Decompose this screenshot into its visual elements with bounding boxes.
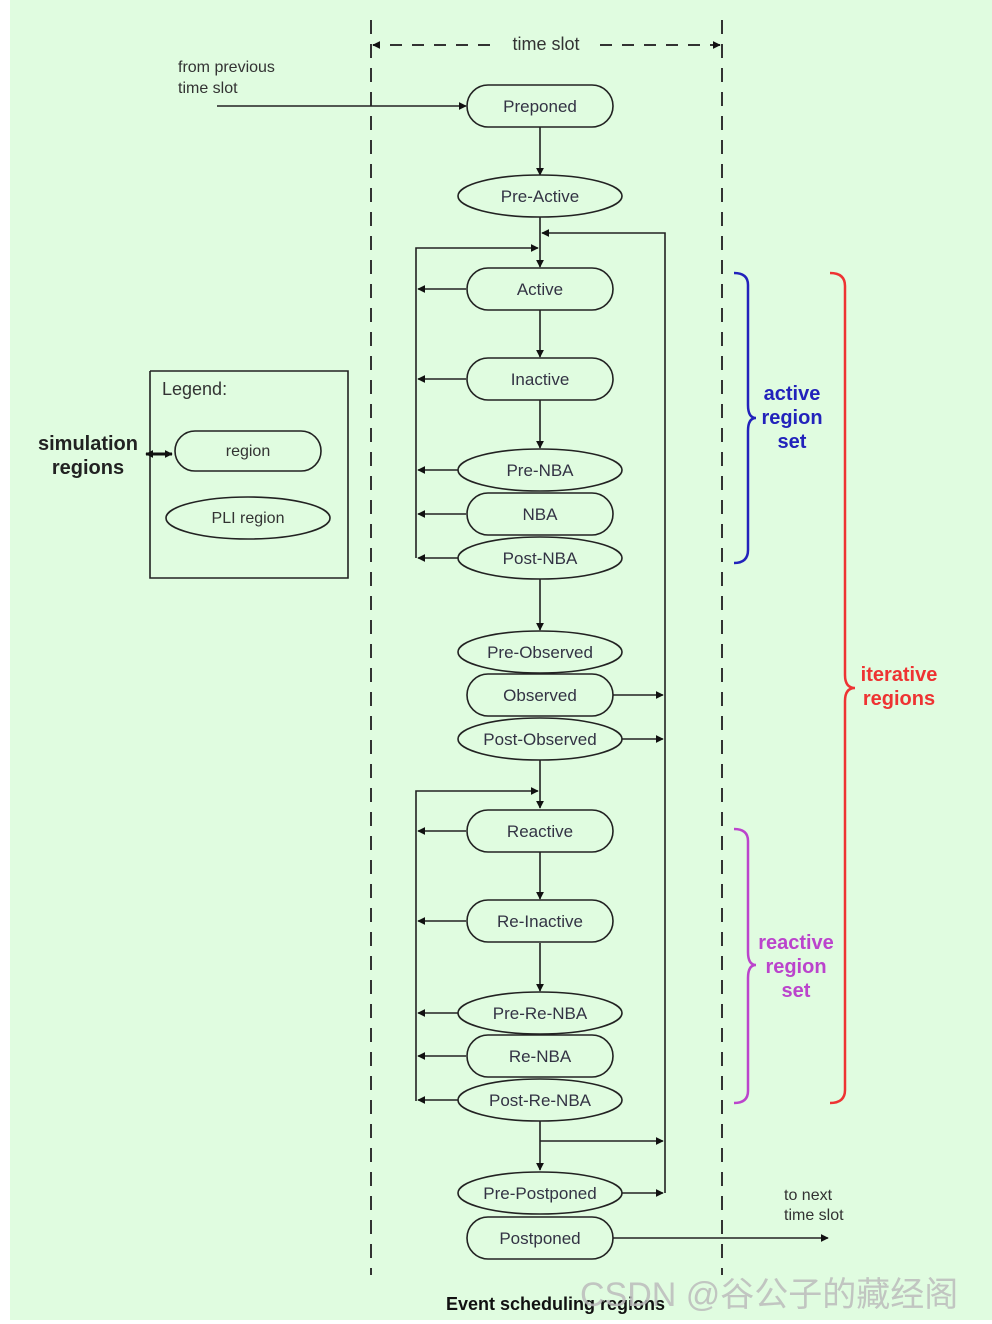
active-set-label-3: set <box>778 431 807 453</box>
reactive-region-set-brace <box>733 827 757 1105</box>
legend-pointer-label-2: regions <box>52 457 124 479</box>
watermark: CSDN @谷公子的藏经阁 <box>580 1276 958 1314</box>
from-previous-label-2: time slot <box>178 80 238 97</box>
region-label-observed: Observed <box>503 686 577 705</box>
active-set-label-2: region <box>761 407 822 429</box>
region-label-pre-postponed: Pre-Postponed <box>483 1184 596 1203</box>
region-label-postponed: Postponed <box>499 1229 580 1248</box>
reactive-set-label-1: reactive <box>758 932 834 954</box>
region-label-re-inactive: Re-Inactive <box>497 912 583 931</box>
region-label-post-re-nba: Post-Re-NBA <box>489 1091 592 1110</box>
region-label-nba: NBA <box>523 505 559 524</box>
legend-pointer-label-1: simulation <box>38 433 138 455</box>
region-label-pre-re-nba: Pre-Re-NBA <box>493 1004 588 1023</box>
reactive-set-label-2: region <box>765 956 826 978</box>
region-label-preponed: Preponed <box>503 97 577 116</box>
from-previous-label-1: from previous <box>178 59 275 76</box>
legend-title: Legend: <box>162 379 227 399</box>
reactive-set-label-3: set <box>782 980 811 1002</box>
iterative-label-1: iterative <box>861 664 938 686</box>
to-next-label-2: time slot <box>784 1207 844 1224</box>
region-label-pre-nba: Pre-NBA <box>506 461 574 480</box>
to-next-label-1: to next <box>784 1187 833 1204</box>
time-slot-label: time slot <box>512 34 579 54</box>
legend: Legend: region PLI region simulation reg… <box>38 370 349 579</box>
region-label-pre-observed: Pre-Observed <box>487 643 593 662</box>
iterative-label-2: regions <box>863 688 935 710</box>
diagram-canvas: time slot from previous time slot Prepon… <box>10 0 992 1320</box>
region-label-active: Active <box>517 280 563 299</box>
active-region-set-brace <box>733 271 757 565</box>
legend-pli-region-label: PLI region <box>212 510 285 527</box>
region-label-inactive: Inactive <box>511 370 570 389</box>
region-label-post-nba: Post-NBA <box>503 549 578 568</box>
event-scheduling-diagram: time slot from previous time slot Prepon… <box>38 20 958 1314</box>
active-set-label-1: active <box>764 383 821 405</box>
region-label-reactive: Reactive <box>507 822 573 841</box>
legend-region-label: region <box>226 443 270 460</box>
region-label-pre-active: Pre-Active <box>501 187 579 206</box>
region-label-post-observed: Post-Observed <box>483 730 596 749</box>
region-label-re-nba: Re-NBA <box>509 1047 572 1066</box>
iterative-regions-brace <box>829 271 856 1105</box>
